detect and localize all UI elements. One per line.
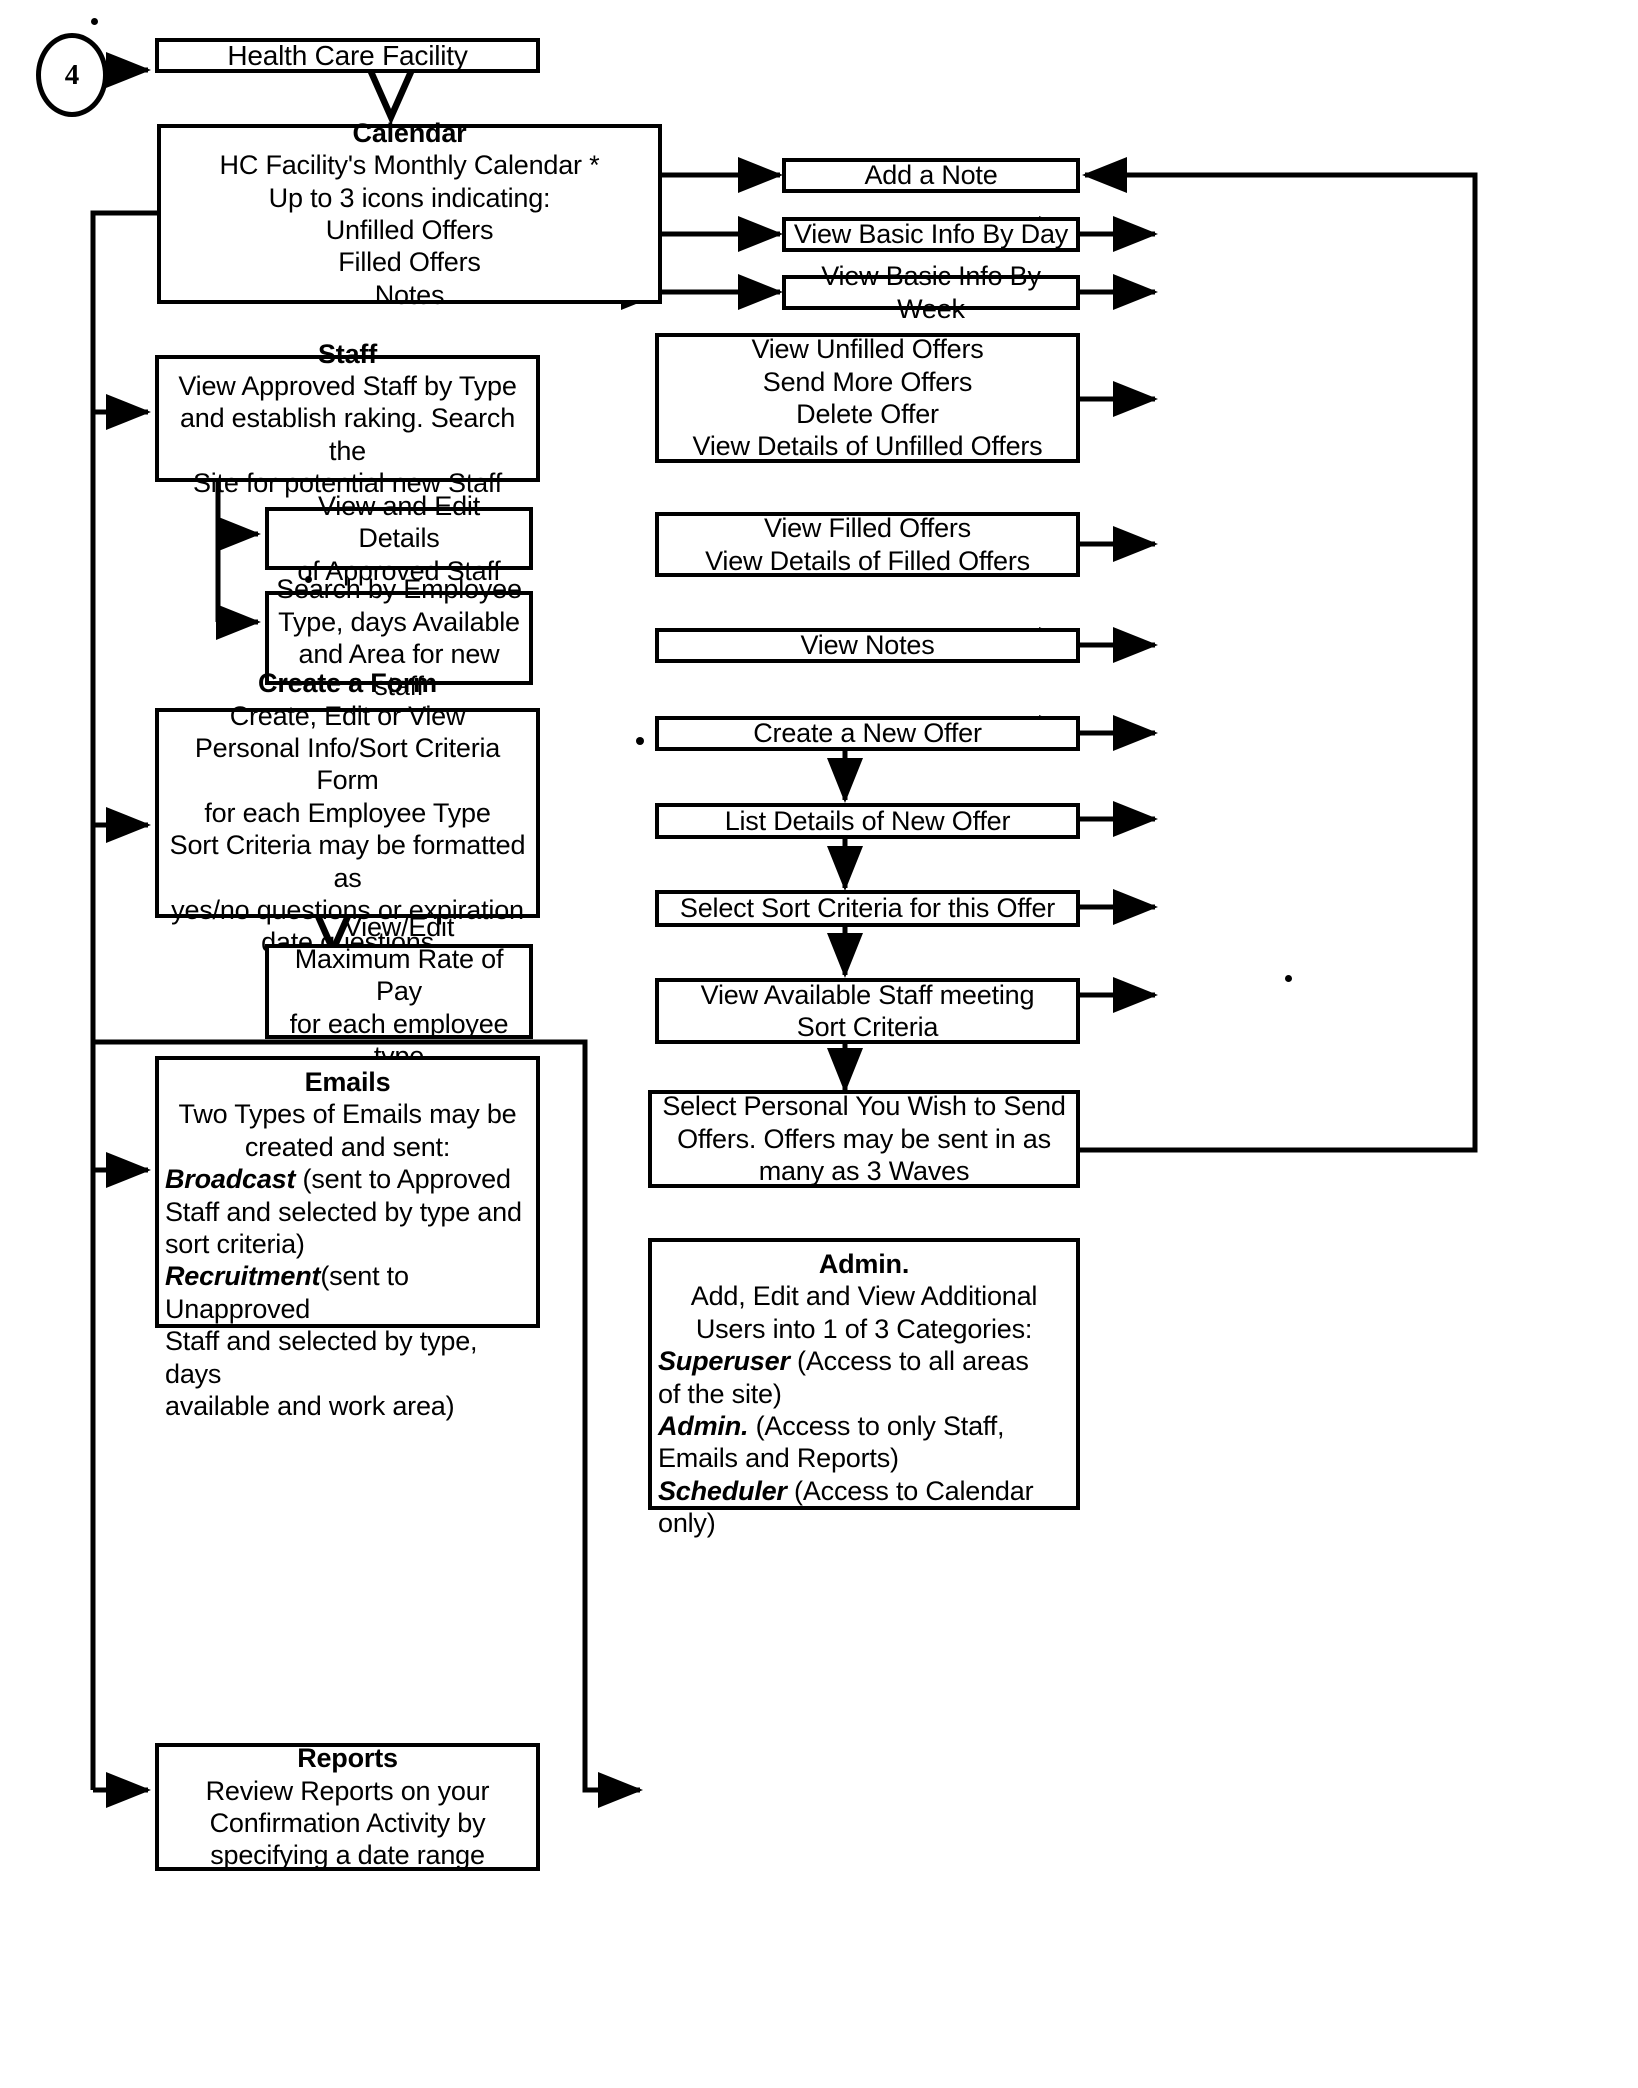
node-line: Personal Info/Sort Criteria Form	[194, 733, 501, 796]
node-add-a-note[interactable]: Add a Note	[782, 158, 1080, 193]
node-line: Delete Offer	[796, 399, 939, 429]
node-admin[interactable]: Admin. Add, Edit and View Additional Use…	[648, 1238, 1080, 1538]
node-title: Select Sort Criteria for this Offer	[679, 893, 1056, 924]
node-view-edit-max-rate-of-pay[interactable]: View/Edit Maximum Rate of Pay for each e…	[265, 912, 533, 1071]
node-view-basic-info-by-day[interactable]: View Basic Info By Day	[782, 217, 1080, 252]
node-emails[interactable]: Emails Two Types of Emails may be create…	[155, 1056, 540, 1421]
node-create-a-form[interactable]: Create a Form Create, Edit or View Perso…	[155, 668, 540, 957]
node-view-edit-approved-staff[interactable]: View and Edit Details of Approved Staff	[265, 491, 533, 586]
admin-superuser-label: Superuser	[658, 1346, 790, 1377]
node-filled-offers-actions[interactable]: View Filled Offers View Details of Fille…	[655, 512, 1080, 577]
node-line: Send More Offers	[762, 366, 973, 397]
node-title: View Basic Info By Day	[793, 219, 1069, 250]
node-unfilled-offers-actions[interactable]: View Unfilled Offers Send More Offers De…	[655, 333, 1080, 463]
flowchart-page: 4 Health Care Facility Calendar HC Facil…	[0, 0, 1638, 2088]
node-line: Filled Offers	[338, 247, 481, 278]
node-line: Up to 3 icons indicating:	[268, 182, 551, 213]
node-title: Calendar	[352, 117, 467, 148]
node-line: Superuser (Access to all areas	[658, 1345, 1070, 1377]
node-title: Add a Note	[864, 160, 998, 191]
node-title: Create a New Offer	[753, 718, 982, 749]
node-line: View Approved Staff by Type	[178, 370, 517, 401]
node-line: Type, days Available	[278, 606, 520, 637]
node-line: Emails and Reports)	[658, 1443, 899, 1474]
node-line: HC Facility's Monthly Calendar *	[219, 150, 600, 181]
node-title: View Basic Info By Week	[821, 261, 1041, 324]
node-line: Maximum Rate of Pay	[294, 943, 504, 1007]
node-health-care-facility[interactable]: Health Care Facility	[155, 38, 540, 73]
admin-superuser-text: (Access to all areas	[789, 1346, 1029, 1377]
node-select-personal[interactable]: Select Personal You Wish to Send Offers.…	[648, 1090, 1080, 1188]
admin-scheduler-label: Scheduler	[658, 1475, 787, 1506]
node-line: created and sent:	[244, 1131, 451, 1162]
node-title: Admin.	[818, 1249, 910, 1279]
node-line: Staff and selected by type, days	[165, 1326, 478, 1389]
node-line: and establish raking. Search the	[179, 403, 516, 466]
node-staff[interactable]: Staff View Approved Staff by Type and es…	[155, 339, 540, 498]
node-line: Offers. Offers may be sent in as	[677, 1123, 1051, 1154]
admin-scheduler-text: (Access to Calendar	[786, 1475, 1034, 1506]
node-line: Sort Criteria may be formatted as	[169, 830, 526, 893]
node-title: Create a Form	[258, 668, 437, 699]
node-line: Notes	[374, 279, 445, 310]
node-line: Select Personal You Wish to Send	[662, 1091, 1066, 1122]
node-line: View/Edit	[343, 911, 455, 942]
node-line: Broadcast (sent to Approved	[165, 1163, 530, 1195]
admin-admin-text: (Access to only Staff,	[748, 1410, 1005, 1441]
node-title: Staff	[318, 338, 377, 369]
node-line: View Available Staff meeting	[700, 979, 1035, 1010]
node-line: sort criteria)	[165, 1228, 305, 1259]
node-view-notes[interactable]: View Notes	[655, 628, 1080, 663]
node-line: Scheduler (Access to Calendar	[658, 1475, 1070, 1507]
node-line: View Details of Unfilled Offers	[692, 431, 1043, 462]
node-title: List Details of New Offer	[724, 805, 1011, 836]
node-list-details-of-new-offer[interactable]: List Details of New Offer	[655, 803, 1080, 839]
node-line: Unfilled Offers	[325, 215, 494, 245]
figure-marker-4: 4	[36, 33, 108, 117]
node-line: Two Types of Emails may be	[178, 1099, 517, 1130]
node-line: Admin. (Access to only Staff,	[658, 1410, 1070, 1442]
node-select-sort-criteria[interactable]: Select Sort Criteria for this Offer	[655, 890, 1080, 927]
node-line: View Unfilled Offers	[751, 334, 984, 365]
node-line: only)	[658, 1508, 716, 1539]
node-line: Users into 1 of 3 Categories:	[695, 1313, 1033, 1344]
node-line: for each Employee Type	[204, 797, 491, 828]
node-line: Search by Employee	[276, 574, 522, 605]
node-line: Recruitment(sent to Unapproved	[165, 1260, 530, 1325]
node-line: Confirmation Activity by	[209, 1808, 486, 1838]
admin-admin-label: Admin.	[658, 1410, 749, 1441]
node-line: View Filled Offers	[764, 513, 971, 544]
emails-broadcast-label: Broadcast	[165, 1164, 296, 1195]
node-view-basic-info-by-week[interactable]: View Basic Info By Week	[782, 261, 1080, 324]
node-line: Sort Criteria	[796, 1012, 939, 1042]
node-create-a-new-offer[interactable]: Create a New Offer	[655, 716, 1080, 751]
emails-broadcast-text: (sent to Approved	[295, 1164, 511, 1195]
node-line: View and Edit Details	[317, 490, 480, 554]
node-line: Create, Edit or View	[229, 700, 466, 731]
node-line: specifying a date range	[210, 1840, 485, 1871]
node-line: Review Reports on your	[205, 1775, 490, 1806]
node-line: many as 3 Waves	[758, 1156, 970, 1187]
scan-speck	[636, 737, 644, 745]
scan-speck	[91, 18, 98, 25]
node-title: Health Care Facility	[227, 39, 468, 71]
emails-recruitment-label: Recruitment	[165, 1261, 321, 1292]
node-title: Reports	[297, 1743, 398, 1774]
node-line: Add, Edit and View Additional	[690, 1281, 1038, 1312]
node-title: Emails	[304, 1067, 391, 1097]
node-calendar[interactable]: Calendar HC Facility's Monthly Calendar …	[157, 118, 662, 310]
node-reports[interactable]: Reports Review Reports on your Confirmat…	[155, 1743, 540, 1871]
figure-marker-label: 4	[64, 58, 80, 91]
node-line: of the site)	[658, 1378, 782, 1409]
node-line: available and work area)	[165, 1390, 455, 1421]
node-title: View Notes	[800, 630, 935, 661]
node-line: Staff and selected by type and	[165, 1196, 522, 1227]
scan-speck	[1285, 975, 1292, 982]
node-line: View Details of Filled Offers	[705, 545, 1030, 576]
node-view-available-staff[interactable]: View Available Staff meeting Sort Criter…	[655, 978, 1080, 1044]
